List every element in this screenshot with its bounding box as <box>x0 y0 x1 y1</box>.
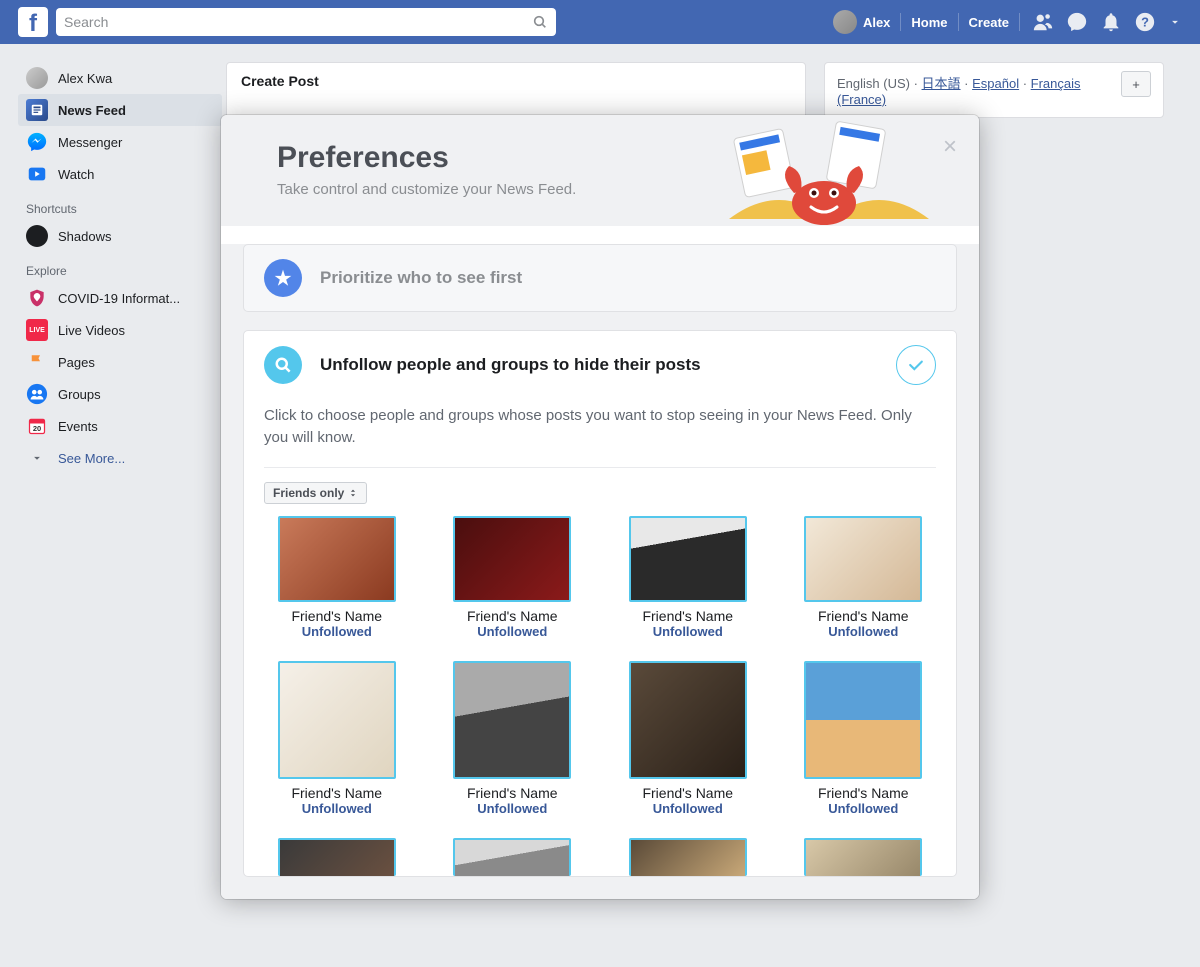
friend-card[interactable]: Friend's NameUnfollowed <box>448 516 578 639</box>
friend-photo <box>629 838 747 876</box>
friend-card[interactable]: Friend's NameUnfollowed <box>799 516 929 639</box>
friend-card[interactable] <box>799 838 929 876</box>
friend-photo <box>804 661 922 779</box>
friend-photo <box>278 838 396 876</box>
friend-name: Friend's Name <box>623 608 753 624</box>
filter-label: Friends only <box>273 486 344 500</box>
friend-name: Friend's Name <box>623 785 753 801</box>
friend-card[interactable] <box>272 838 402 876</box>
friend-card[interactable]: Friend's NameUnfollowed <box>799 661 929 816</box>
section-title: Unfollow people and groups to hide their… <box>320 355 701 375</box>
modal-backdrop: × Preferences Take control and customize… <box>0 0 1200 967</box>
search-icon <box>264 346 302 384</box>
friend-card[interactable]: Friend's NameUnfollowed <box>623 661 753 816</box>
friend-name: Friend's Name <box>272 785 402 801</box>
friend-card[interactable]: Friend's NameUnfollowed <box>623 516 753 639</box>
friend-card[interactable]: Friend's NameUnfollowed <box>448 661 578 816</box>
friend-status: Unfollowed <box>623 624 753 639</box>
friend-name: Friend's Name <box>448 785 578 801</box>
friend-status: Unfollowed <box>799 624 929 639</box>
friend-photo <box>629 661 747 779</box>
friend-photo <box>804 838 922 876</box>
section-title: Prioritize who to see first <box>320 268 522 288</box>
crab-illustration <box>719 121 939 226</box>
divider <box>264 467 936 468</box>
friend-card[interactable] <box>623 838 753 876</box>
friend-photo <box>453 516 571 602</box>
friend-status: Unfollowed <box>448 624 578 639</box>
close-icon[interactable]: × <box>943 133 957 161</box>
friend-card[interactable]: Friend's NameUnfollowed <box>272 516 402 639</box>
friend-photo <box>453 661 571 779</box>
friend-name: Friend's Name <box>799 608 929 624</box>
section-unfollow: Unfollow people and groups to hide their… <box>243 330 957 877</box>
friend-status: Unfollowed <box>799 801 929 816</box>
section-description: Click to choose people and groups whose … <box>244 399 956 449</box>
friend-status: Unfollowed <box>272 624 402 639</box>
modal-header: × Preferences Take control and customize… <box>221 115 979 226</box>
friend-card[interactable]: Friend's NameUnfollowed <box>272 661 402 816</box>
friend-photo <box>629 516 747 602</box>
friend-photo <box>453 838 571 876</box>
friend-status: Unfollowed <box>623 801 753 816</box>
friend-name: Friend's Name <box>799 785 929 801</box>
check-icon <box>896 345 936 385</box>
filter-dropdown[interactable]: Friends only <box>264 482 367 504</box>
friend-card[interactable] <box>448 838 578 876</box>
friend-status: Unfollowed <box>272 801 402 816</box>
friend-name: Friend's Name <box>448 608 578 624</box>
modal-sections: Prioritize who to see first Unfollow peo… <box>221 244 979 899</box>
friend-photo <box>278 661 396 779</box>
preferences-modal: × Preferences Take control and customize… <box>221 115 979 899</box>
section-prioritize[interactable]: Prioritize who to see first <box>243 244 957 312</box>
star-icon <box>264 259 302 297</box>
friends-grid: Friend's NameUnfollowed Friend's NameUnf… <box>244 504 956 876</box>
friend-photo <box>278 516 396 602</box>
section-header[interactable]: Unfollow people and groups to hide their… <box>244 331 956 399</box>
friend-name: Friend's Name <box>272 608 402 624</box>
section-header: Prioritize who to see first <box>244 245 956 311</box>
friend-status: Unfollowed <box>448 801 578 816</box>
friend-photo <box>804 516 922 602</box>
